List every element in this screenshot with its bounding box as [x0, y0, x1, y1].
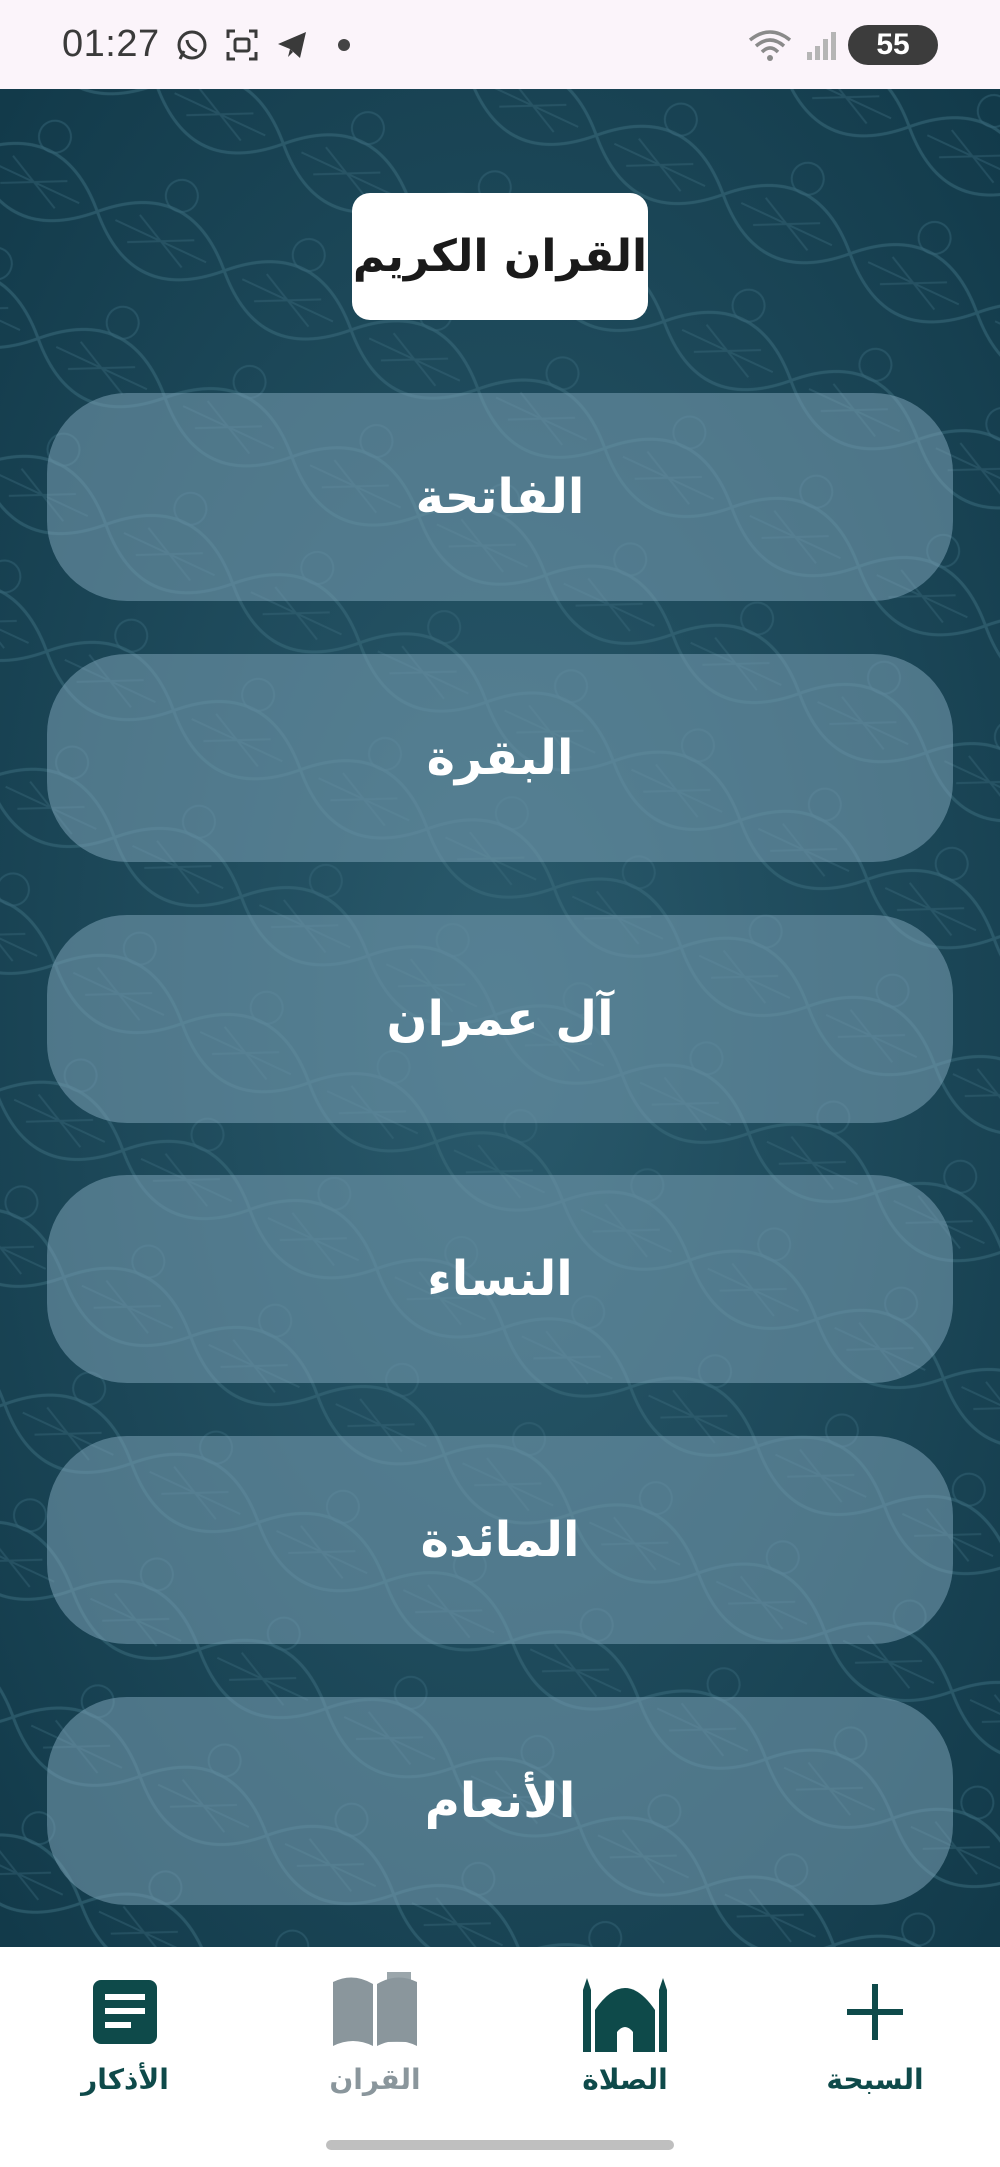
nav-item-quran[interactable]: القران	[275, 1967, 475, 2117]
page-title: القران الكريم	[352, 193, 648, 320]
plus-icon	[827, 1967, 923, 2057]
nav-item-adhkar[interactable]: الأذكار	[25, 1967, 225, 2117]
status-left: 01:27	[62, 23, 350, 66]
surah-button-nisa[interactable]: النساء	[47, 1175, 953, 1383]
status-right: 55	[748, 24, 938, 65]
nav-label-quran: القران	[329, 2063, 421, 2096]
status-time: 01:27	[62, 23, 160, 65]
bottom-navigation: الأذكار القران الصلاة السبحة	[0, 1947, 1000, 2167]
open-book-icon	[327, 1967, 423, 2057]
wifi-icon	[748, 27, 792, 63]
surah-button-fatiha[interactable]: الفاتحة	[47, 393, 953, 601]
notification-dot	[337, 38, 350, 51]
document-icon	[77, 1967, 173, 2057]
signal-icon	[802, 27, 838, 63]
surah-button-al-imran[interactable]: آل عمران	[47, 915, 953, 1123]
whatsapp-icon	[174, 27, 210, 63]
battery-icon: 55	[848, 24, 938, 65]
nav-label-adhkar: الأذكار	[81, 2063, 169, 2096]
surah-button-maida[interactable]: المائدة	[47, 1436, 953, 1644]
mosque-icon	[577, 1967, 673, 2057]
nav-label-tasbih: السبحة	[826, 2063, 924, 2096]
home-indicator[interactable]	[326, 2140, 674, 2150]
status-bar: 01:27 55	[0, 0, 1000, 89]
nav-item-tasbih[interactable]: السبحة	[775, 1967, 975, 2117]
surah-button-anam[interactable]: الأنعام	[47, 1697, 953, 1905]
nav-item-salah[interactable]: الصلاة	[525, 1967, 725, 2117]
main-content: القران الكريم الفاتحة البقرة آل عمران ال…	[0, 89, 1000, 1947]
screenshot-icon	[224, 27, 260, 63]
telegram-icon	[274, 27, 310, 63]
nav-label-salah: الصلاة	[582, 2063, 668, 2096]
surah-button-baqara[interactable]: البقرة	[47, 654, 953, 862]
